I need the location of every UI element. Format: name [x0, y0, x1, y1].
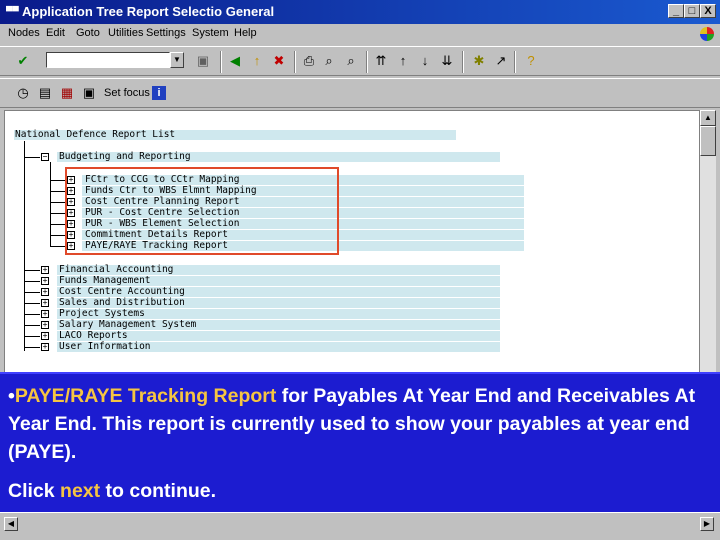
cancel-icon[interactable]: ✖	[270, 52, 288, 70]
expand-icon[interactable]: +	[41, 332, 49, 340]
tree-connector	[50, 224, 66, 225]
window-title: Application Tree Report Selectio General	[22, 4, 275, 19]
tree-connector	[50, 180, 66, 181]
tree-connector	[50, 246, 66, 247]
minimize-button[interactable]: _	[668, 4, 684, 18]
command-field[interactable]	[46, 52, 170, 68]
tree-connector	[24, 141, 25, 351]
execute-clock-icon[interactable]: ◷	[14, 84, 32, 102]
command-dropdown-button[interactable]: ▼	[170, 52, 184, 68]
scroll-up-button[interactable]: ▲	[700, 110, 716, 126]
scroll-thumb[interactable]	[700, 126, 716, 156]
menu-settings[interactable]: Settings	[146, 27, 186, 39]
expand-icon[interactable]: +	[41, 288, 49, 296]
toolbar-separator	[462, 51, 464, 73]
close-button[interactable]: X	[700, 4, 716, 18]
expand-icon[interactable]: +	[41, 266, 49, 274]
new-session-icon[interactable]: ✱	[470, 52, 488, 70]
next-link[interactable]: next	[60, 480, 100, 502]
highlight-box	[65, 167, 339, 255]
menu-nodes[interactable]: Nodes	[8, 27, 40, 39]
shortcut-icon[interactable]: ↗	[492, 52, 510, 70]
toolbar-separator	[514, 51, 516, 73]
collapse-icon[interactable]: −	[41, 153, 49, 161]
tree-connector	[24, 303, 40, 304]
maximize-button[interactable]: □	[684, 4, 700, 18]
tree-node-financial-accounting[interactable]: Financial Accounting	[59, 264, 173, 275]
app-icon: ▀▀	[6, 6, 19, 16]
sap-window: ▀▀ Application Tree Report Selectio Gene…	[0, 0, 720, 540]
menu-help[interactable]: Help	[234, 27, 257, 39]
scroll-left-button[interactable]: ◀	[4, 517, 18, 531]
status-bar: ◀ ▶	[0, 512, 720, 540]
tree-connector	[24, 281, 40, 282]
tree-connector	[24, 270, 40, 271]
tree-node-project-systems[interactable]: Project Systems	[59, 308, 145, 319]
menu-utilities[interactable]: Utilities	[108, 27, 143, 39]
first-page-icon[interactable]: ⇈	[372, 52, 390, 70]
instruction-overlay: •PAYE/RAYE Tracking Report for Payables …	[0, 372, 720, 512]
expand-icon[interactable]: +	[41, 343, 49, 351]
tree-connector	[24, 336, 40, 337]
report-tree-icon[interactable]: ▦	[58, 84, 76, 102]
scroll-right-button[interactable]: ▶	[700, 517, 714, 531]
back-icon[interactable]: ◀	[226, 52, 244, 70]
application-toolbar: ◷ ▤ ▦ ▣ Set focus i	[0, 78, 720, 108]
tree-connector	[50, 202, 66, 203]
report-name-highlight: PAYE/RAYE Tracking Report	[14, 385, 277, 407]
tree-connector	[50, 235, 66, 236]
save-icon[interactable]: ▣	[194, 52, 212, 70]
tree-connector	[24, 314, 40, 315]
click-label: Click	[8, 480, 61, 502]
find-next-icon[interactable]: ⌕	[342, 52, 360, 70]
tree-connector	[24, 292, 40, 293]
menu-goto[interactable]: Goto	[76, 27, 100, 39]
variant-icon[interactable]: ▤	[36, 84, 54, 102]
info-icon[interactable]: i	[152, 86, 166, 100]
bullet: •	[8, 385, 15, 407]
enter-check-icon[interactable]: ✔	[14, 52, 32, 70]
tree-node-user-information[interactable]: User Information	[59, 341, 151, 352]
tree-node-sales-distribution[interactable]: Sales and Distribution	[59, 297, 185, 308]
continue-text: Click next to continue.	[8, 477, 712, 505]
tree-connector	[24, 157, 40, 158]
expand-icon[interactable]: +	[41, 310, 49, 318]
menu-bar: Nodes Edit Goto Utilities Settings Syste…	[0, 24, 720, 44]
print-icon[interactable]: ⎙	[300, 52, 318, 70]
previous-page-icon[interactable]: ↑	[394, 52, 412, 70]
tree-connector	[24, 325, 40, 326]
menu-system[interactable]: System	[192, 27, 229, 39]
tree-connector	[50, 191, 66, 192]
exit-icon[interactable]: ↑	[248, 52, 266, 70]
set-focus-button[interactable]: Set focus	[104, 87, 150, 99]
expand-icon[interactable]: +	[41, 277, 49, 285]
sap-globe-icon	[700, 27, 714, 41]
toolbar-separator	[220, 51, 222, 73]
title-bar: ▀▀ Application Tree Report Selectio Gene…	[0, 0, 720, 24]
tree-node-salary-management[interactable]: Salary Management System	[59, 319, 196, 330]
tree-root-node[interactable]: National Defence Report List	[15, 129, 175, 140]
expand-icon[interactable]: +	[41, 321, 49, 329]
tree-node-funds-management[interactable]: Funds Management	[59, 275, 151, 286]
tree-connector	[24, 347, 40, 348]
standard-toolbar: ✔ ▼ ▣ ◀ ↑ ✖ ⎙ ⌕ ⌕ ⇈ ↑ ↓ ⇊ ✱ ↗ ?	[0, 46, 720, 76]
expand-icon[interactable]: +	[41, 299, 49, 307]
toolbar-separator	[294, 51, 296, 73]
set-focus-icon[interactable]: ▣	[80, 84, 98, 102]
tree-node-laco-reports[interactable]: LACO Reports	[59, 330, 128, 341]
tree-connector	[50, 213, 66, 214]
instruction-text: •PAYE/RAYE Tracking Report for Payables …	[8, 382, 712, 466]
menu-edit[interactable]: Edit	[46, 27, 65, 39]
toolbar-separator	[366, 51, 368, 73]
find-icon[interactable]: ⌕	[320, 52, 338, 70]
last-page-icon[interactable]: ⇊	[438, 52, 456, 70]
help-icon[interactable]: ?	[522, 52, 540, 70]
tree-node-budgeting[interactable]: Budgeting and Reporting	[59, 151, 191, 162]
continue-label: to continue.	[100, 480, 217, 502]
next-page-icon[interactable]: ↓	[416, 52, 434, 70]
tree-node-cost-centre-accounting[interactable]: Cost Centre Accounting	[59, 286, 185, 297]
